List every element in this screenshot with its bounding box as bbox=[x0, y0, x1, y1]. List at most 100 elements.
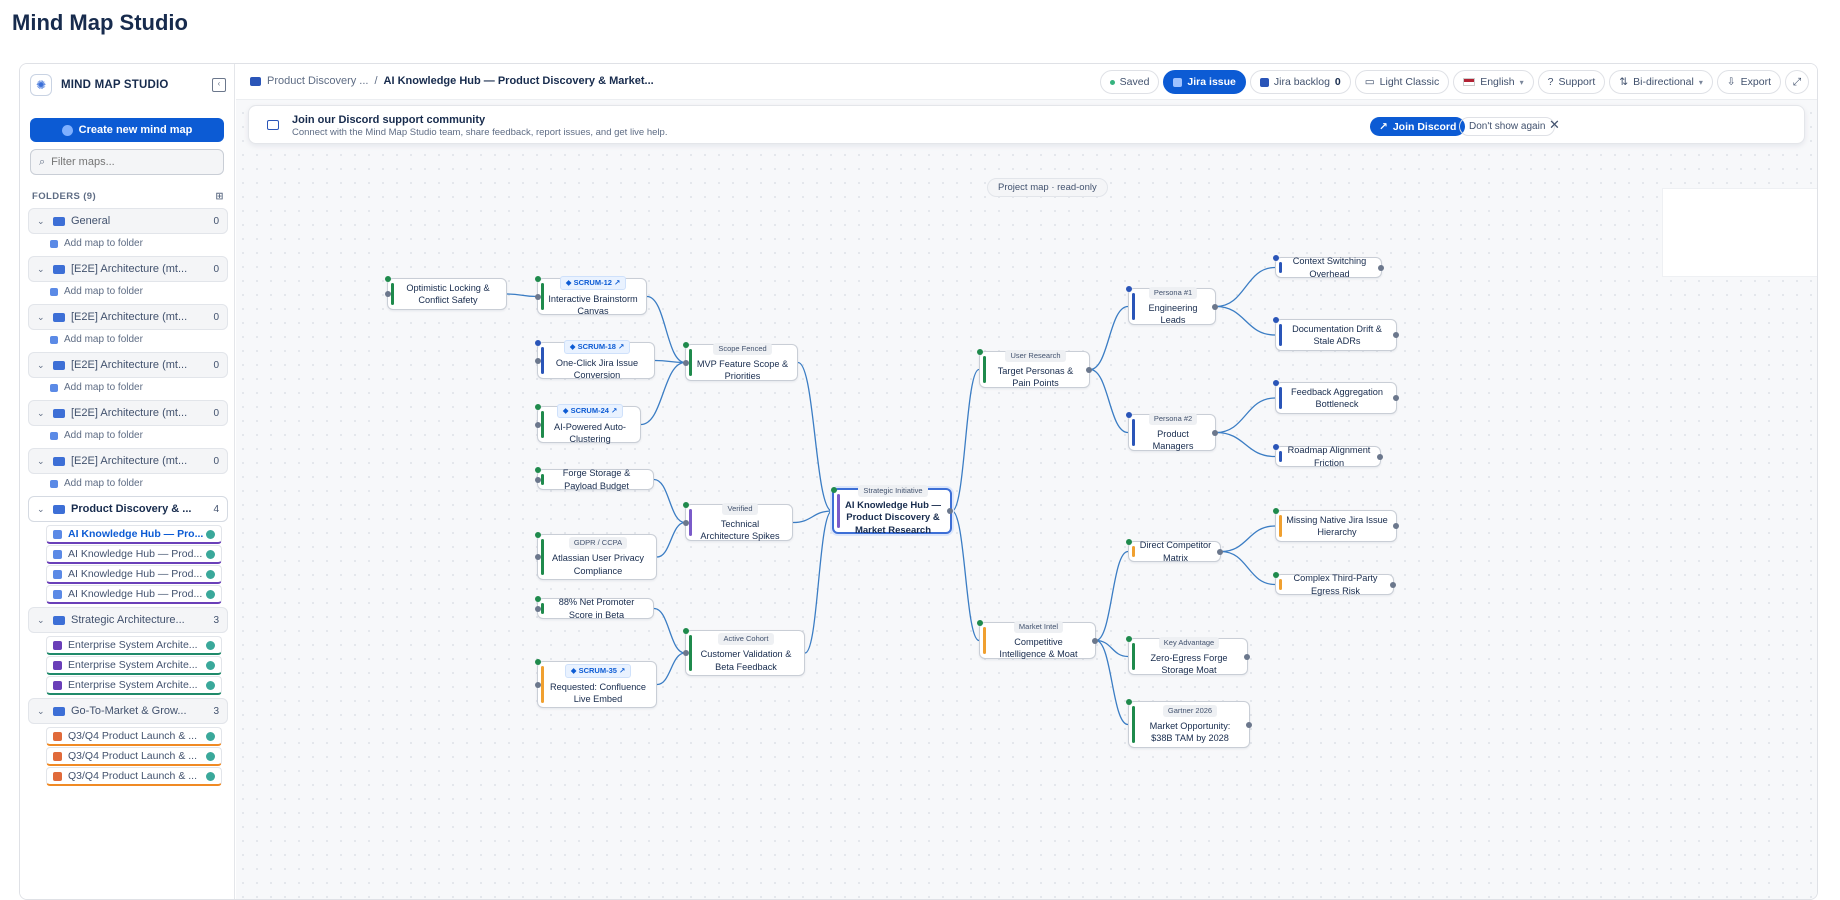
connector-handle[interactable] bbox=[535, 476, 541, 483]
mindmap-node-road[interactable]: Roadmap Alignment Friction bbox=[1273, 444, 1383, 468]
map-item[interactable]: Q3/Q4 Product Launch & ... bbox=[46, 767, 222, 786]
mindmap-node-nps[interactable]: 88% Net Promoter Score in Beta bbox=[535, 596, 654, 620]
jira-issue-badge[interactable]: ◆ SCRUM-18 ↗ bbox=[563, 339, 631, 354]
filter-maps[interactable]: ⌕ bbox=[30, 149, 224, 175]
mindmap-node-gdpr[interactable]: GDPR / CCPA Atlassian User Privacy Compli… bbox=[535, 532, 657, 580]
connector-handle[interactable] bbox=[535, 293, 541, 300]
jira-issue-button[interactable]: Jira issue bbox=[1163, 70, 1246, 94]
add-map-to-folder[interactable]: Add map to folder bbox=[28, 282, 228, 301]
connector-handle[interactable] bbox=[1244, 653, 1250, 660]
map-item[interactable]: Enterprise System Archite... bbox=[46, 676, 222, 695]
map-item[interactable]: AI Knowledge Hub — Prod... bbox=[46, 545, 222, 564]
mindmap-node-fb[interactable]: Feedback Aggregation Bottleneck bbox=[1273, 380, 1399, 414]
new-folder-icon[interactable]: ⊞ bbox=[216, 191, 224, 202]
mindmap-node-comp[interactable]: Market Intel Competitive Intelligence & M… bbox=[977, 620, 1098, 659]
connector-handle[interactable] bbox=[1212, 303, 1218, 310]
folder-row[interactable]: ⌄ Product Discovery & ... 4 bbox=[28, 496, 228, 522]
chevron-down-icon[interactable]: ⌄ bbox=[37, 706, 49, 717]
connector-handle[interactable] bbox=[1377, 453, 1383, 460]
connector-handle[interactable] bbox=[1212, 429, 1218, 436]
mindmap-node-cust[interactable]: Active Cohort Customer Validation & Beta … bbox=[683, 628, 805, 676]
mindmap-node-scrum12[interactable]: ◆ SCRUM-12 ↗ Interactive Brainstorm Canva… bbox=[535, 275, 647, 316]
folder-row[interactable]: ⌄ Go-To-Market & Grow... 3 bbox=[28, 698, 228, 724]
map-item[interactable]: Q3/Q4 Product Launch & ... bbox=[46, 727, 222, 746]
folder-row[interactable]: ⌄ Strategic Architecture... 3 bbox=[28, 607, 228, 633]
map-item[interactable]: Enterprise System Archite... bbox=[46, 656, 222, 675]
add-map-to-folder[interactable]: Add map to folder bbox=[28, 330, 228, 349]
connector-handle[interactable] bbox=[1246, 721, 1252, 728]
map-item[interactable]: Enterprise System Archite... bbox=[46, 636, 222, 655]
folder-row[interactable]: ⌄ [E2E] Architecture (mt... 0 bbox=[28, 400, 228, 426]
mindmap-node-scrum18[interactable]: ◆ SCRUM-18 ↗ One-Click Jira Issue Convers… bbox=[535, 339, 655, 380]
close-icon[interactable]: ✕ bbox=[1549, 117, 1560, 133]
mindmap-node-personas[interactable]: User Research Target Personas & Pain Poin… bbox=[977, 349, 1092, 388]
mindmap-node-doc[interactable]: Documentation Drift & Stale ADRs bbox=[1273, 317, 1399, 351]
chevron-down-icon[interactable]: ⌄ bbox=[37, 504, 49, 515]
mindmap-node-tech[interactable]: Verified Technical Architecture Spikes bbox=[683, 502, 793, 541]
mindmap-node-ctx[interactable]: Context Switching Overhead bbox=[1273, 255, 1384, 279]
mindmap-node-scrum35[interactable]: ◆ SCRUM-35 ↗ Requested: Confluence Live E… bbox=[535, 659, 657, 708]
dont-show-again-button[interactable]: Don't show again bbox=[1459, 117, 1556, 136]
connector-handle[interactable] bbox=[535, 605, 541, 612]
chevron-down-icon[interactable]: ⌄ bbox=[37, 615, 49, 626]
chevron-down-icon[interactable]: ⌄ bbox=[37, 312, 49, 323]
chevron-down-icon[interactable]: ⌄ bbox=[37, 408, 49, 419]
mindmap-node-root[interactable]: Strategic Initiative AI Knowledge Hub — P… bbox=[831, 484, 953, 536]
folder-row[interactable]: ⌄ [E2E] Architecture (mt... 0 bbox=[28, 448, 228, 474]
jira-backlog-button[interactable]: Jira backlog 0 bbox=[1249, 70, 1351, 94]
connector-handle[interactable] bbox=[683, 359, 689, 366]
connector-handle[interactable] bbox=[535, 681, 541, 688]
connector-handle[interactable] bbox=[385, 291, 391, 297]
mindmap-node-adv[interactable]: Key Advantage Zero-Egress Forge Storage M… bbox=[1126, 636, 1250, 675]
folder-row[interactable]: ⌄ [E2E] Architecture (mt... 0 bbox=[28, 304, 228, 330]
export-button[interactable]: ⇩ Export bbox=[1716, 70, 1781, 94]
connector-handle[interactable] bbox=[1217, 548, 1223, 555]
connector-handle[interactable] bbox=[535, 357, 541, 364]
connector-handle[interactable] bbox=[683, 519, 689, 526]
chevron-down-icon[interactable]: ⌄ bbox=[37, 216, 49, 227]
connector-handle[interactable] bbox=[1092, 637, 1098, 644]
connector-handle[interactable] bbox=[1390, 581, 1396, 588]
mindmap-node-mvp[interactable]: Scope Fenced MVP Feature Scope & Prioriti… bbox=[683, 342, 798, 381]
map-item[interactable]: AI Knowledge Hub — Prod... bbox=[46, 565, 222, 584]
join-discord-button[interactable]: ↗ Join Discord bbox=[1370, 117, 1466, 136]
chevron-down-icon[interactable]: ⌄ bbox=[37, 360, 49, 371]
support-button[interactable]: ? Support bbox=[1537, 70, 1606, 94]
add-map-to-folder[interactable]: Add map to folder bbox=[28, 474, 228, 493]
folder-row[interactable]: ⌄ General 0 bbox=[28, 208, 228, 234]
map-item[interactable]: AI Knowledge Hub — Pro... bbox=[46, 525, 222, 544]
folder-row[interactable]: ⌄ [E2E] Architecture (mt... 0 bbox=[28, 256, 228, 282]
mindmap-node-optim[interactable]: Optimistic Locking & Conflict Safety bbox=[385, 276, 507, 310]
jira-issue-badge[interactable]: ◆ SCRUM-12 ↗ bbox=[559, 275, 627, 290]
connector-handle[interactable] bbox=[1393, 395, 1399, 401]
connector-handle[interactable] bbox=[535, 421, 541, 428]
create-map-button[interactable]: Create new mind map bbox=[30, 118, 224, 142]
connector-handle[interactable] bbox=[947, 508, 953, 514]
mindmap-node-dcm[interactable]: Direct Competitor Matrix bbox=[1126, 539, 1223, 563]
folder-row[interactable]: ⌄ [E2E] Architecture (mt... 0 bbox=[28, 352, 228, 378]
connector-handle[interactable] bbox=[1086, 366, 1092, 373]
mindmap-node-p1[interactable]: Persona #1 Engineering Leads bbox=[1126, 286, 1218, 325]
breadcrumb-folder[interactable]: Product Discovery ... bbox=[267, 75, 368, 87]
connector-handle[interactable] bbox=[535, 554, 541, 560]
jira-issue-badge[interactable]: ◆ SCRUM-35 ↗ bbox=[564, 663, 632, 678]
chevron-down-icon[interactable]: ⌄ bbox=[37, 264, 49, 275]
jira-issue-badge[interactable]: ◆ SCRUM-24 ↗ bbox=[556, 403, 624, 418]
filter-maps-input[interactable] bbox=[51, 156, 212, 168]
collapse-sidebar-icon[interactable]: ‹ bbox=[212, 78, 226, 92]
add-map-to-folder[interactable]: Add map to folder bbox=[28, 378, 228, 397]
mindmap-node-gart[interactable]: Gartner 2026 Market Opportunity: $38B TAM… bbox=[1126, 699, 1252, 748]
mindmap-node-forge[interactable]: Forge Storage & Payload Budget bbox=[535, 467, 654, 491]
mindmap-node-scrum24[interactable]: ◆ SCRUM-24 ↗ AI-Powered Auto-Clustering bbox=[535, 403, 641, 444]
language-select[interactable]: English ▾ bbox=[1453, 70, 1534, 94]
mindmap-node-p2[interactable]: Persona #2 Product Managers bbox=[1126, 412, 1218, 451]
mindmap-node-egress[interactable]: Complex Third-Party Egress Risk bbox=[1273, 572, 1396, 596]
connector-handle[interactable] bbox=[683, 650, 689, 656]
fullscreen-button[interactable]: ⤢ bbox=[1785, 70, 1809, 94]
theme-button[interactable]: ▭ Light Classic bbox=[1354, 70, 1450, 94]
minimap[interactable] bbox=[1662, 188, 1817, 277]
mindmap-node-miss[interactable]: Missing Native Jira Issue Hierarchy bbox=[1273, 508, 1399, 542]
connector-handle[interactable] bbox=[1393, 523, 1399, 529]
add-map-to-folder[interactable]: Add map to folder bbox=[28, 234, 228, 253]
chevron-down-icon[interactable]: ⌄ bbox=[37, 456, 49, 467]
